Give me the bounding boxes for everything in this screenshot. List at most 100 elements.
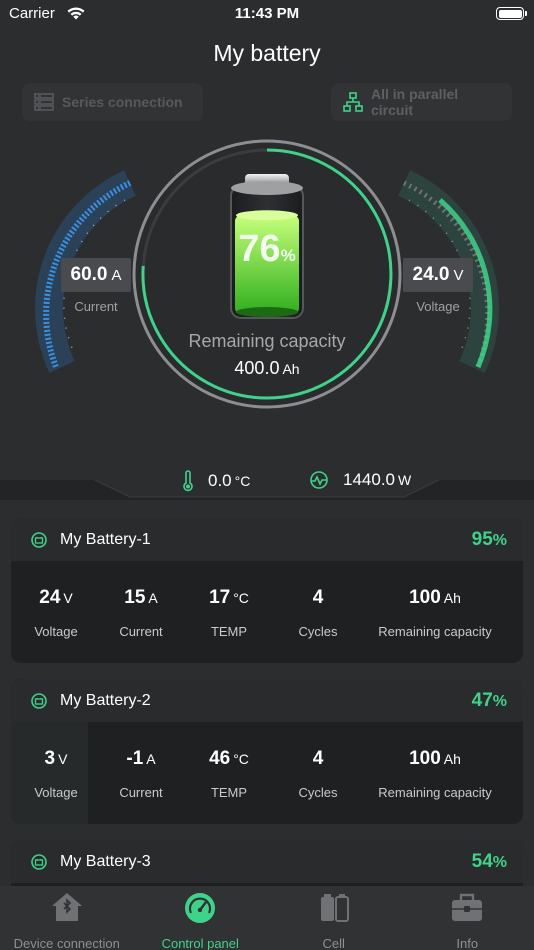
battery-pack-header: My Battery-1 95% xyxy=(11,518,523,561)
power-stat: 1440.0 W xyxy=(309,470,411,490)
pack-capacity-label: Remaining capacity xyxy=(378,785,492,800)
cell-icon xyxy=(320,894,349,922)
tab-device-connection[interactable]: Device connection xyxy=(0,886,134,950)
status-bar: Carrier 11:43 PM xyxy=(0,0,534,28)
battery-pack-percent-value: 54 xyxy=(471,851,493,872)
battery-pack-icon xyxy=(31,853,47,870)
temperature-value: 0.0 xyxy=(208,471,232,490)
pack-temp-value: 46 xyxy=(209,748,231,769)
pack-temp: 46 °C TEMP xyxy=(194,748,264,800)
battery-pack-percent-value: 47 xyxy=(471,690,493,711)
tab-control-panel[interactable]: Control panel xyxy=(134,886,268,950)
battery-pack-percent-sign: % xyxy=(492,532,507,549)
gauge-icon xyxy=(185,893,216,923)
pack-temp: 17 °C TEMP xyxy=(194,587,264,639)
battery-pack-percent-sign: % xyxy=(492,693,507,710)
pack-voltage: 3V Voltage xyxy=(26,748,86,800)
status-time: 11:43 PM xyxy=(234,5,300,22)
battery-pack-name: My Battery-2 xyxy=(60,691,151,709)
pack-capacity-value: 100 xyxy=(409,587,441,608)
remaining-capacity-number: 400.0 xyxy=(234,358,280,378)
voltage-label: Voltage xyxy=(416,299,460,314)
battery-pack-percent: 54% xyxy=(472,851,507,873)
parallel-icon xyxy=(343,92,363,112)
pack-capacity: 100 Ah Remaining capacity xyxy=(365,587,505,639)
pack-voltage: 24 V Voltage xyxy=(26,587,86,639)
battery-pack-percent: 47% xyxy=(472,690,507,712)
briefcase-icon xyxy=(452,893,483,921)
pack-cycles: 4 Cycles xyxy=(288,587,348,639)
series-icon xyxy=(34,93,54,111)
tab-cell[interactable]: Cell xyxy=(267,886,401,950)
pack-cycles-label: Cycles xyxy=(298,624,338,639)
battery-percent-value: 76 xyxy=(238,228,281,270)
pack-cycles: 4 Cycles xyxy=(288,748,348,800)
pack-temp-unit: °C xyxy=(233,751,249,767)
pack-temp-label: TEMP xyxy=(210,785,248,800)
pack-current: -1 A Current xyxy=(111,748,171,800)
battery-pack-metrics: 24 V Voltage 15 A Current 17 °C TEMP 4 Cycl… xyxy=(11,561,523,663)
pack-temp-label: TEMP xyxy=(210,624,248,639)
battery-status-icon xyxy=(496,7,527,20)
series-connection-button[interactable]: Series connection xyxy=(22,83,203,121)
battery-pack-card-3[interactable]: My Battery-3 54% xyxy=(11,840,523,886)
pack-temp-value: 17 xyxy=(209,587,231,608)
pack-capacity-unit: Ah xyxy=(443,751,461,767)
battery-pack-name: My Battery-1 xyxy=(60,530,151,548)
pack-voltage-value: 24 xyxy=(39,587,61,608)
pack-capacity-value: 100 xyxy=(409,748,441,769)
parallel-circuit-button[interactable]: All in parallel circuit xyxy=(331,83,512,121)
pack-voltage-value: 3 xyxy=(44,748,56,769)
pack-current-value: 15 xyxy=(124,587,146,608)
battery-pack-percent-sign: % xyxy=(492,854,507,871)
page-title: My battery xyxy=(213,40,321,66)
series-connection-label: Series connection xyxy=(62,94,183,110)
pack-current-label: Current xyxy=(119,624,163,639)
power-value: 1440.0 xyxy=(343,470,395,489)
battery-percent: 76% xyxy=(0,228,534,271)
battery-pack-card-1[interactable]: My Battery-1 95% 24 V Voltage 15 A Current… xyxy=(11,518,523,663)
remaining-capacity-label: Remaining capacity xyxy=(188,331,346,351)
pack-voltage-label: Voltage xyxy=(34,624,78,639)
pack-current-value: -1 xyxy=(126,748,144,769)
pack-current-unit: A xyxy=(146,751,156,767)
pack-temp-unit: °C xyxy=(233,590,249,606)
battery-pack-header: My Battery-2 47% xyxy=(11,679,523,722)
pack-cycles-value: 4 xyxy=(312,587,324,608)
tab-label: Info xyxy=(456,936,479,950)
remaining-capacity-value: 400.0 Ah xyxy=(0,358,534,379)
current-label: Current xyxy=(74,299,118,314)
pack-capacity-unit: Ah xyxy=(443,590,461,606)
pack-current: 15 A Current xyxy=(111,587,171,639)
power-meter-icon xyxy=(310,471,328,489)
pack-current-unit: A xyxy=(148,590,158,606)
battery-pack-header: My Battery-3 54% xyxy=(11,840,523,883)
battery-pack-percent: 95% xyxy=(472,529,507,551)
power-unit: W xyxy=(398,472,412,488)
battery-pack-icon xyxy=(31,531,47,548)
thermometer-icon xyxy=(183,470,193,492)
tab-label: Device connection xyxy=(13,936,120,950)
tab-label: Cell xyxy=(322,936,345,950)
battery-percent-sign: % xyxy=(280,246,296,265)
stats-panel-bg xyxy=(0,479,534,500)
temperature-stat: 0.0 °C xyxy=(182,470,250,492)
temperature-unit: °C xyxy=(234,473,251,489)
parallel-circuit-label: All in parallel circuit xyxy=(371,86,459,118)
pack-capacity-label: Remaining capacity xyxy=(378,624,492,639)
battery-pack-metrics: 3V Voltage -1 A Current 46 °C TEMP 4 Cycle… xyxy=(11,722,523,824)
tab-bar: Device connection Control panel Cell Inf… xyxy=(0,886,534,950)
battery-pack-list[interactable]: My Battery-1 95% 24 V Voltage 15 A Current… xyxy=(0,500,534,886)
pack-voltage-label: Voltage xyxy=(34,785,78,800)
battery-pack-icon xyxy=(31,692,47,709)
pack-cycles-label: Cycles xyxy=(298,785,338,800)
battery-pack-percent-value: 95 xyxy=(471,529,493,550)
pack-voltage-unit: V xyxy=(58,751,68,767)
pack-cycles-value: 4 xyxy=(312,748,324,769)
home-bluetooth-icon xyxy=(51,893,82,921)
pack-current-label: Current xyxy=(119,785,163,800)
pack-voltage-unit: V xyxy=(63,590,73,606)
battery-pack-name: My Battery-3 xyxy=(60,852,151,870)
battery-pack-card-2[interactable]: My Battery-2 47% 3V Voltage -1 A Current … xyxy=(11,679,523,824)
tab-info[interactable]: Info xyxy=(401,886,534,950)
